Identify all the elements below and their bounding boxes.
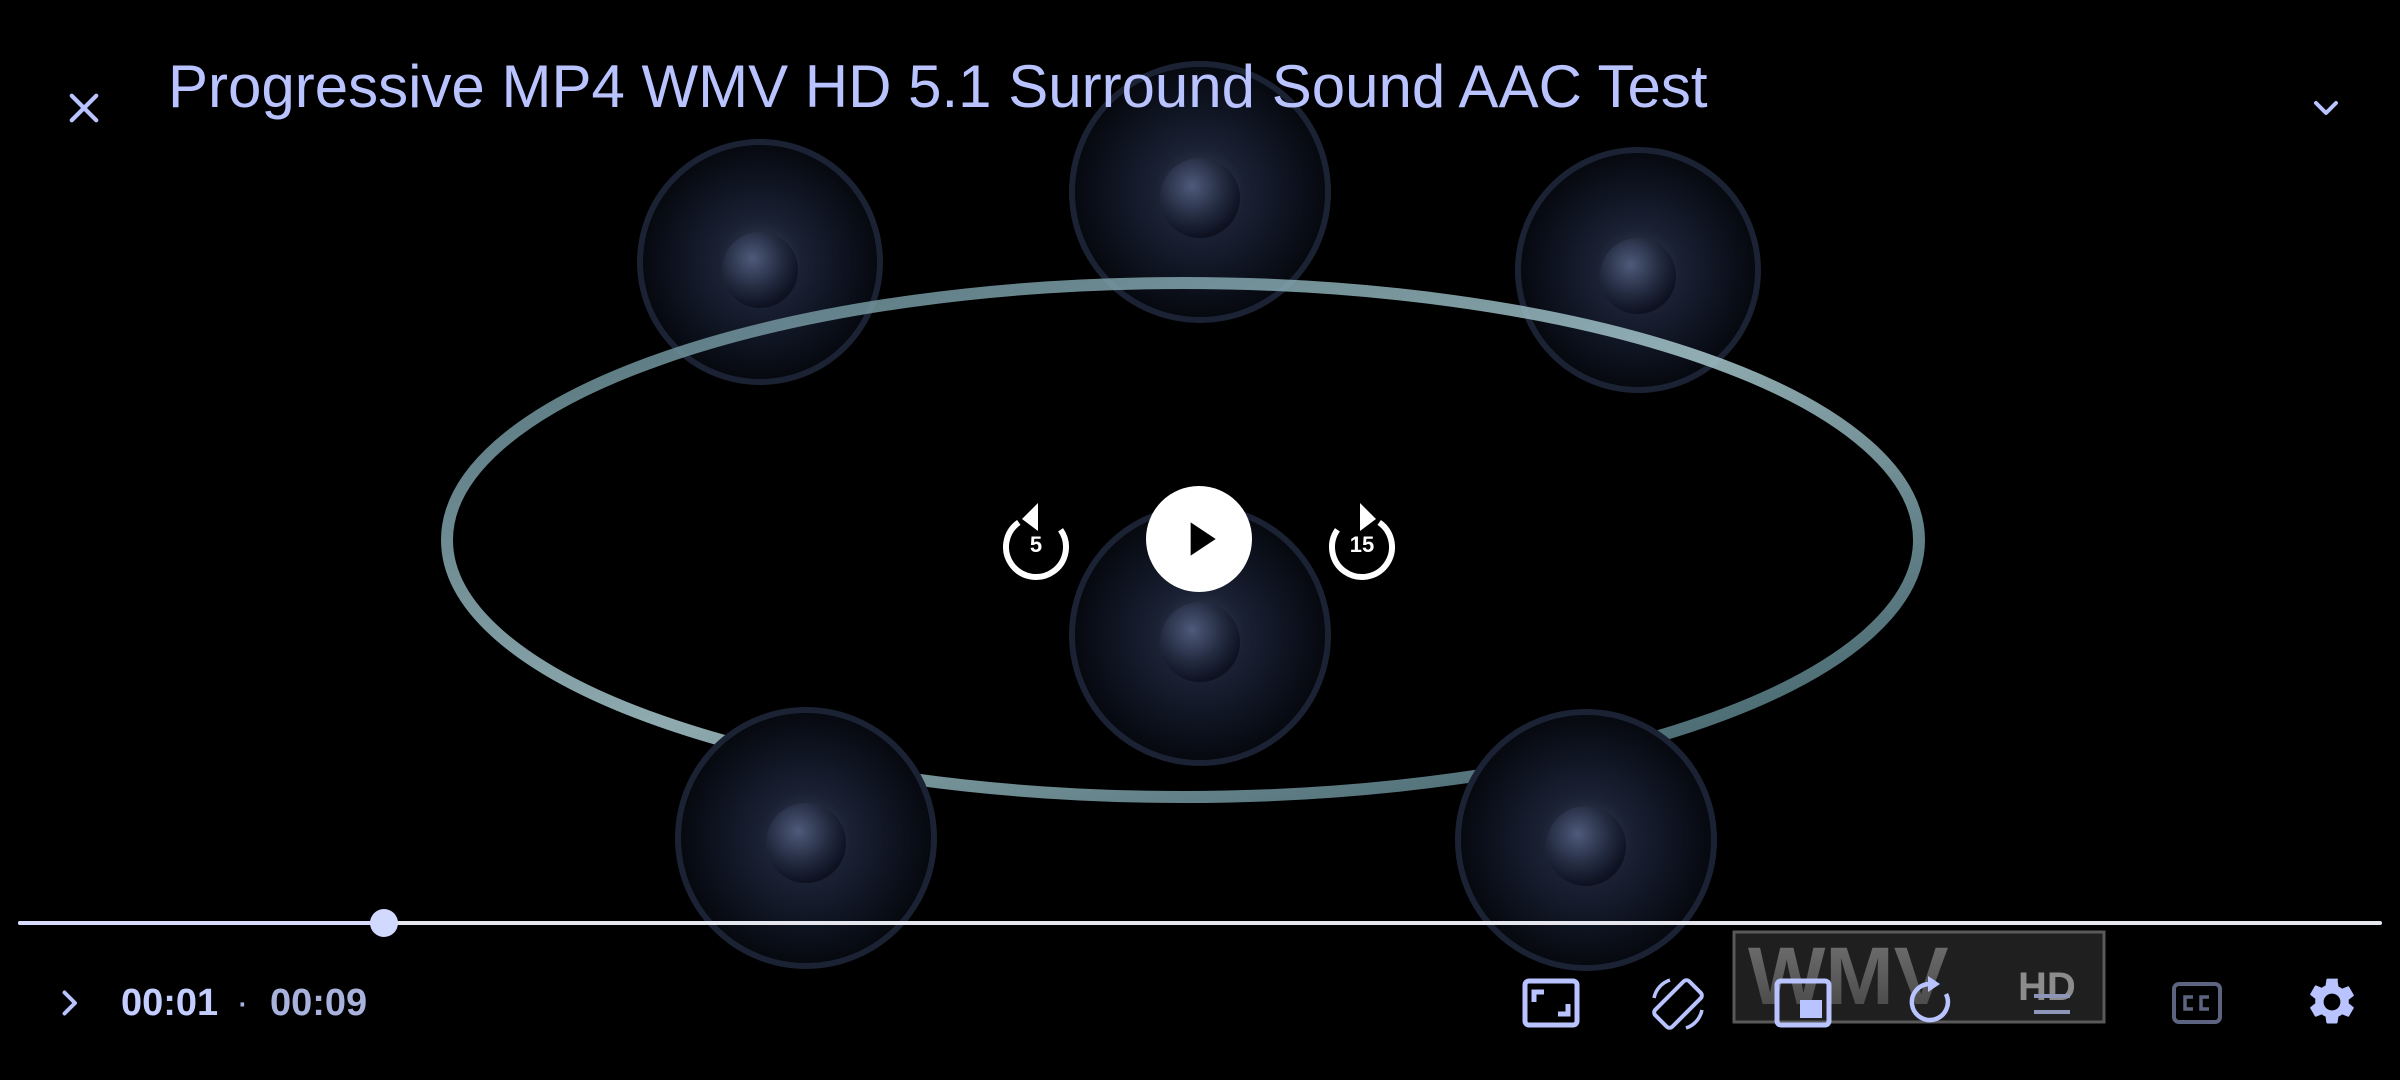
collapse-button[interactable] — [2296, 78, 2356, 138]
repeat-icon — [1909, 976, 1951, 1023]
loop-icon — [2034, 994, 2070, 1014]
forward-seconds: 15 — [1349, 532, 1375, 557]
video-player[interactable]: WMV HD Progressive MP4 WMV HD 5.1 Surrou… — [0, 0, 2400, 1080]
seek-bar-thumb[interactable] — [370, 909, 399, 937]
loop-button[interactable] — [2020, 972, 2084, 1034]
speaker-front-left — [675, 707, 937, 969]
repeat-button[interactable] — [1898, 970, 1962, 1034]
speaker-front-right — [1455, 709, 1717, 971]
seek-bar[interactable] — [18, 909, 2382, 937]
video-title: Progressive MP4 WMV HD 5.1 Surround Soun… — [168, 53, 1708, 120]
rewind-button[interactable]: 5 — [996, 490, 1076, 590]
total-duration: 00:09 — [270, 982, 368, 1024]
aspect-ratio-icon — [1522, 978, 1580, 1028]
rewind-seconds: 5 — [1029, 532, 1043, 557]
play-button[interactable] — [1146, 486, 1252, 592]
play-icon — [1190, 522, 1216, 556]
screen-rotation-icon — [1652, 978, 1704, 1030]
expand-button[interactable] — [44, 978, 94, 1028]
speaker-rear-left — [637, 139, 883, 385]
rotate-screen-button[interactable] — [1644, 970, 1712, 1038]
chevron-down-icon — [2314, 101, 2338, 115]
current-time: 00:01 — [121, 982, 219, 1024]
speaker-rear-right — [1515, 147, 1761, 393]
aspect-ratio-button[interactable] — [1520, 972, 1582, 1034]
close-icon — [69, 93, 99, 123]
closed-captions-icon — [2172, 982, 2222, 1024]
forward-button[interactable]: 15 — [1322, 490, 1402, 590]
picture-in-picture-button[interactable] — [1772, 972, 1834, 1034]
settings-button[interactable] — [2300, 970, 2364, 1034]
captions-button[interactable] — [2166, 972, 2228, 1034]
close-button[interactable] — [54, 78, 114, 138]
time-separator: · — [236, 982, 249, 1024]
gear-icon — [2310, 978, 2354, 1024]
picture-in-picture-icon — [1774, 978, 1832, 1028]
seek-bar-progress — [18, 921, 385, 925]
chevron-right-icon — [62, 990, 77, 1016]
